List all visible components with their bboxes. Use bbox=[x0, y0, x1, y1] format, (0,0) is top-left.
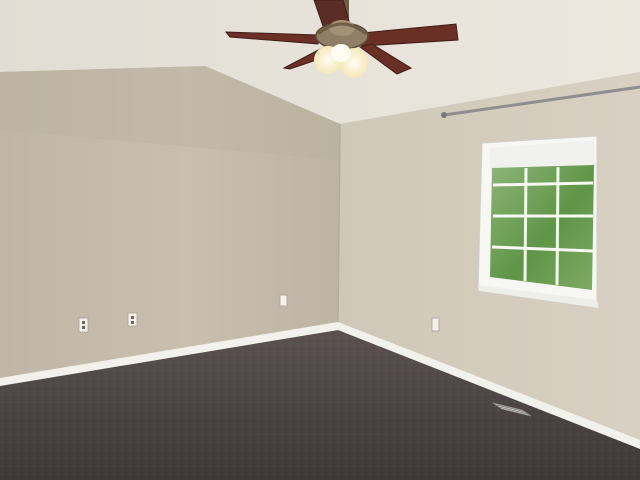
outlet-left-1 bbox=[78, 317, 89, 333]
outlet-left-2 bbox=[127, 312, 138, 327]
room-illustration bbox=[0, 0, 640, 480]
outlet-right bbox=[431, 317, 440, 332]
window bbox=[477, 135, 599, 309]
empty-bedroom-photo bbox=[0, 0, 640, 480]
fan-light-center bbox=[331, 44, 351, 62]
outlet-left-3 bbox=[279, 294, 288, 307]
